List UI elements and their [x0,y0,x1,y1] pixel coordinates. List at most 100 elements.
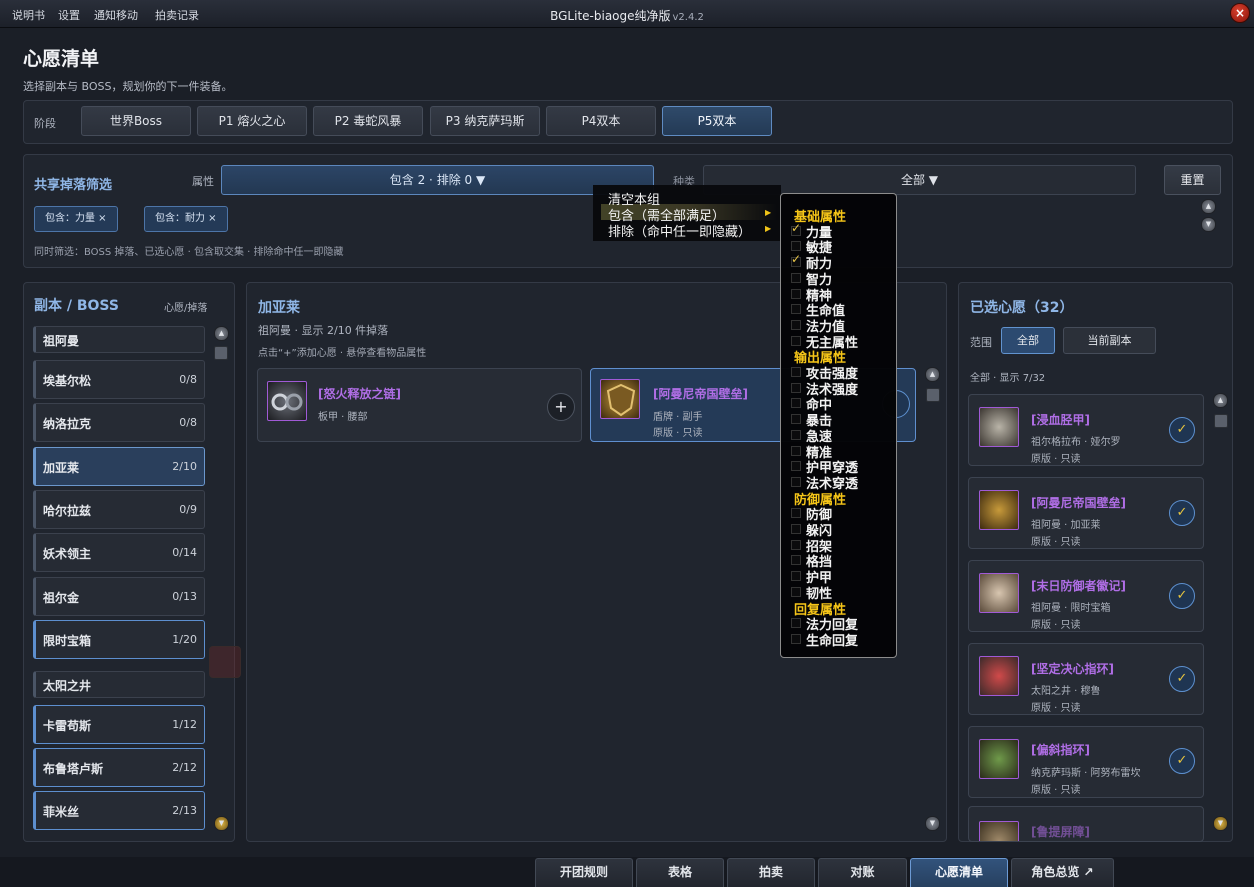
loot-scroll-up-icon[interactable]: ▲ [925,367,940,382]
loot-meta: 板甲 · 腰部 [318,412,368,423]
checkbox-icon[interactable] [791,571,801,582]
checkbox-icon[interactable] [791,272,801,283]
checkbox-icon[interactable] [791,335,801,346]
instance-scroll-up-icon[interactable]: ▲ [214,326,229,341]
stage-world-boss[interactable]: 世界Boss [81,106,191,136]
instance-header-zulaman[interactable]: 祖阿曼 [33,326,205,353]
checkbox-icon[interactable] [791,508,801,519]
scope-current-button[interactable]: 当前副本 [1063,327,1156,354]
tab-character-overview[interactable]: 角色总览 ↗ [1011,858,1114,887]
add-wish-button[interactable]: + [547,393,575,421]
stage-label: 阶段 [34,117,56,130]
close-button[interactable]: × [1230,3,1250,23]
boss-row-has-wish[interactable]: 菲米丝 2/13 [33,791,205,830]
loot-scroll-down-icon[interactable]: ▼ [925,816,940,831]
chain-belt-icon [267,381,307,421]
wish-scroll-thumb[interactable] [1214,414,1228,428]
boss-row[interactable]: 祖尔金 0/13 [33,577,205,616]
boss-row-has-wish[interactable]: 卡雷苟斯 1/12 [33,705,205,744]
instance-header-sunwell[interactable]: 太阳之井 [33,671,205,698]
tab-table[interactable]: 表格 [636,858,724,887]
checkbox-icon[interactable] [791,445,801,456]
wish-name[interactable]: [末日防御者徽记] [1031,577,1126,594]
attr-option[interactable]: 生命回复 [806,630,858,649]
stage-p2[interactable]: P2 毒蛇风暴 [313,106,423,136]
scope-all-button[interactable]: 全部 [1001,327,1055,354]
checkbox-icon[interactable] [791,241,801,252]
wish-check-icon[interactable]: ✓ [1169,666,1195,692]
wish-card[interactable]: [浸血胫甲] 祖尔格拉布 · 娅尔罗 原版 · 只读 ✓ [968,394,1204,466]
chip-include-strength[interactable]: 包含：力量 × [34,206,118,232]
checkbox-icon[interactable] [791,382,801,393]
wish-name[interactable]: [阿曼尼帝国壁垒] [1031,494,1126,511]
boss-name: 限时宝箱 [43,634,92,648]
reset-button[interactable]: 重置 [1164,165,1221,195]
wish-name[interactable]: [浸血胫甲] [1031,411,1090,428]
wish-check-icon[interactable]: ✓ [1169,417,1195,443]
boss-name: 埃基尔松 [43,374,92,388]
checkbox-icon[interactable] [791,633,801,644]
checkbox-icon[interactable] [791,476,801,487]
wish-scroll-down-icon[interactable]: ▼ [1213,816,1228,831]
wish-name[interactable]: [鲁提屏障] [1031,823,1090,840]
wish-scroll-up-icon[interactable]: ▲ [1213,393,1228,408]
wish-card[interactable]: [偏斜指环] 纳克萨玛斯 · 阿努布雷坎 原版 · 只读 ✓ [968,726,1204,798]
checkbox-icon[interactable] [791,304,801,315]
wish-check-icon[interactable]: ✓ [1169,583,1195,609]
checkbox-checked-icon[interactable] [791,221,801,236]
instance-scroll-down-icon[interactable]: ▼ [214,816,229,831]
stage-p3[interactable]: P3 纳克萨玛斯 [430,106,540,136]
boss-row-has-wish[interactable]: 限时宝箱 1/20 [33,620,205,659]
wish-check-icon[interactable]: ✓ [1169,748,1195,774]
loot-card[interactable]: [怒火释放之链] 板甲 · 腰部 + [257,368,582,442]
wish-meta: 祖尔格拉布 · 娅尔罗 [1031,437,1121,448]
wishlist-info: 全部 · 显示 7/32 [970,373,1046,384]
checkbox-icon[interactable] [791,414,801,425]
checkbox-icon[interactable] [791,461,801,472]
loot-panel-title: 加亚莱 [258,300,300,316]
boss-row[interactable]: 纳洛拉克 0/8 [33,403,205,442]
wish-card[interactable]: [坚定决心指环] 太阳之井 · 穆鲁 原版 · 只读 ✓ [968,643,1204,715]
tab-auction[interactable]: 拍卖 [727,858,815,887]
tab-raid-rules[interactable]: 开团规则 [535,858,633,887]
wish-check-icon[interactable]: ✓ [1169,500,1195,526]
checkbox-icon[interactable] [791,618,801,629]
loot-scroll-thumb[interactable] [926,388,940,402]
tab-wishlist[interactable]: 心愿清单 [910,858,1008,887]
stage-p4[interactable]: P4双本 [546,106,656,136]
wish-name[interactable]: [偏斜指环] [1031,741,1090,758]
checkbox-icon[interactable] [791,288,801,299]
stage-p1[interactable]: P1 熔火之心 [197,106,307,136]
checkbox-icon[interactable] [791,586,801,597]
filter-scroll-down-icon[interactable]: ▼ [1201,217,1216,232]
stage-p5[interactable]: P5双本 [662,106,772,136]
wish-meta: 祖阿曼 · 限时宝箱 [1031,603,1111,614]
chip-include-stamina[interactable]: 包含：耐力 × [144,206,228,232]
checkbox-icon[interactable] [791,524,801,534]
checkbox-icon[interactable] [791,398,801,409]
wish-name[interactable]: [坚定决心指环] [1031,660,1114,677]
checkbox-icon[interactable] [791,429,801,440]
checkbox-icon[interactable] [791,539,801,550]
wish-card[interactable]: [末日防御者徽记] 祖阿曼 · 限时宝箱 原版 · 只读 ✓ [968,560,1204,632]
wish-card[interactable]: [阿曼尼帝国壁垒] 祖阿曼 · 加亚莱 原版 · 只读 ✓ [968,477,1204,549]
filter-scroll-up-icon[interactable]: ▲ [1201,199,1216,214]
checkbox-icon[interactable] [791,555,801,566]
instance-scroll-thumb[interactable] [214,346,228,360]
checkbox-icon[interactable] [791,367,801,377]
boss-row-selected[interactable]: 加亚莱 2/10 [33,447,205,486]
wish-card[interactable]: [鲁提屏障] [968,806,1204,842]
loot-name[interactable]: [阿曼尼帝国壁垒] [653,385,748,402]
ctx-exclude[interactable]: 排除（命中任一即隐藏） [608,221,751,240]
boss-row-has-wish[interactable]: 布鲁塔卢斯 2/12 [33,748,205,787]
checkbox-checked-icon[interactable] [791,252,801,268]
wish-meta-source: 原版 · 只读 [1031,454,1081,465]
boss-name: 哈尔拉兹 [43,504,92,518]
attr-select[interactable]: 包含 2 · 排除 0 ▼ [221,165,654,195]
loot-name[interactable]: [怒火释放之链] [318,385,401,402]
boss-row[interactable]: 妖术领主 0/14 [33,533,205,572]
boss-row[interactable]: 哈尔拉兹 0/9 [33,490,205,529]
checkbox-icon[interactable] [791,319,801,330]
boss-row[interactable]: 埃基尔松 0/8 [33,360,205,399]
tab-reconcile[interactable]: 对账 [818,858,907,887]
